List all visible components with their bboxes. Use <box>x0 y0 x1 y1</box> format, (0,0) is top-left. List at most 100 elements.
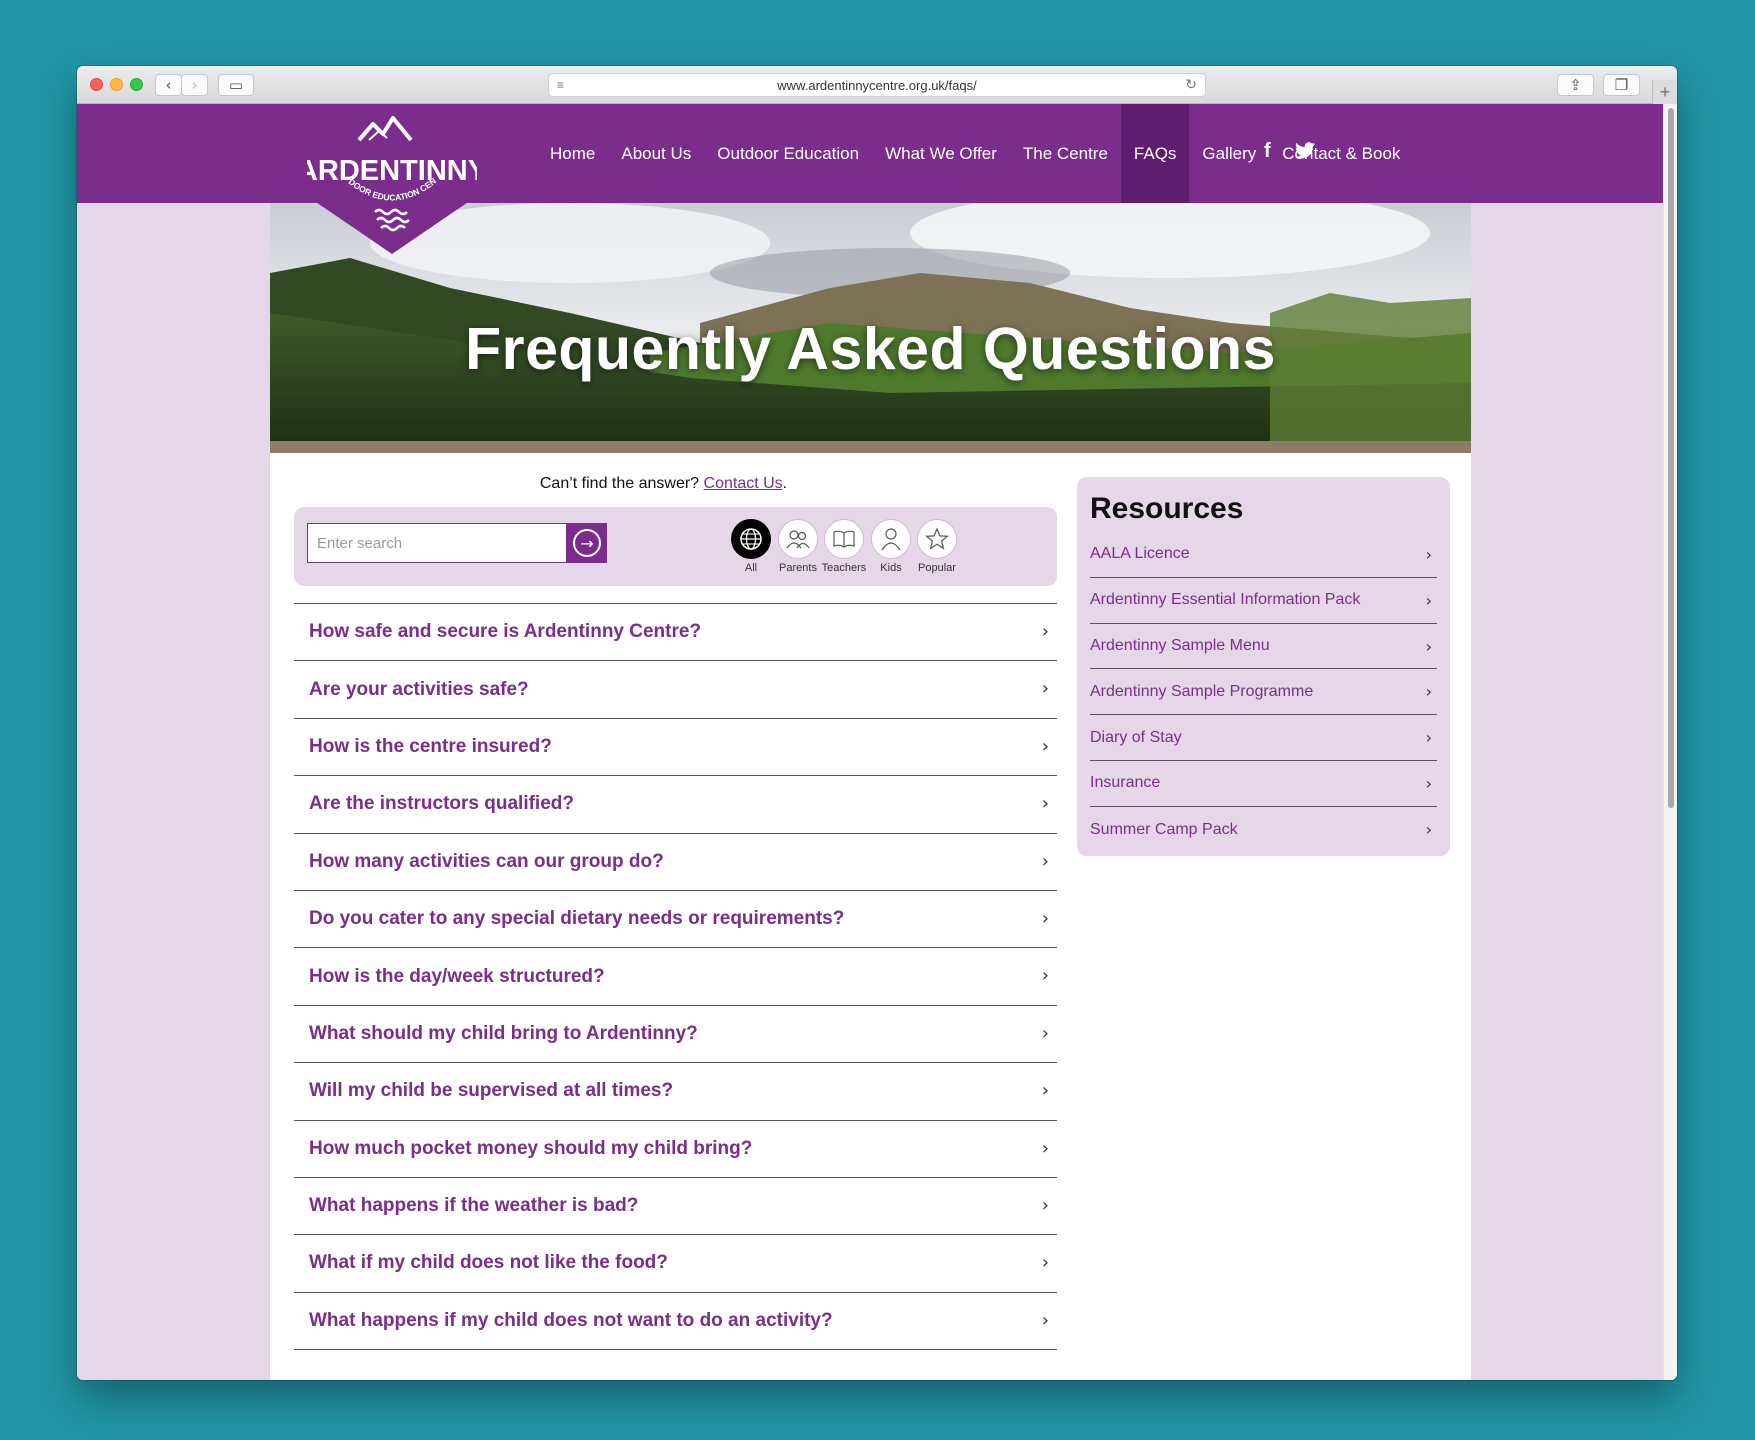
faq-item[interactable]: How safe and secure is Ardentinny Centre… <box>294 604 1057 662</box>
scrollbar-thumb[interactable] <box>1668 108 1674 808</box>
faq-item[interactable]: How is the day/week structured? › <box>294 948 1057 1006</box>
nav-item-about-us[interactable]: About Us <box>608 104 704 203</box>
tabs-icon: ❐ <box>1614 76 1629 94</box>
faq-item[interactable]: How much pocket money should my child br… <box>294 1121 1057 1178</box>
chevron-right-icon: › <box>1041 1080 1049 1102</box>
search-input[interactable]: Enter search <box>307 523 567 563</box>
site-logo[interactable]: ARDENTINNY OUTDOOR EDUCATION CENTRE <box>297 104 487 262</box>
book-icon <box>824 519 864 559</box>
resource-link[interactable]: Ardentinny Sample Menu › <box>1090 624 1437 670</box>
resource-label: AALA Licence <box>1090 545 1190 563</box>
faq-item[interactable]: What if my child does not like the food?… <box>294 1235 1057 1293</box>
helper-text: Can’t find the answer? <box>539 475 704 492</box>
faq-item[interactable]: How many activities can our group do? › <box>294 834 1057 891</box>
sidebar-toggle-button[interactable]: ▭ <box>218 74 254 96</box>
nav-item-contact-and-book[interactable]: Contact & Book <box>1269 104 1413 203</box>
reload-icon[interactable]: ↻ <box>1185 76 1197 93</box>
resources-panel: Resources AALA Licence › Ardentinny Essent… <box>1077 477 1450 856</box>
resource-link[interactable]: Ardentinny Essential Information Pack › <box>1090 578 1437 624</box>
chevron-right-icon: › <box>1041 735 1049 757</box>
parents-icon <box>778 519 818 559</box>
search-placeholder: Enter search <box>317 534 403 552</box>
resource-link[interactable]: Insurance › <box>1090 761 1437 807</box>
nav-item-home[interactable]: Home <box>537 104 608 203</box>
resource-link[interactable]: Diary of Stay › <box>1090 715 1437 761</box>
faq-item[interactable]: Do you cater to any special dietary need… <box>294 891 1057 949</box>
web-page: Home About Us Outdoor Education What We Off… <box>77 104 1663 1380</box>
plus-icon: + <box>1659 81 1671 102</box>
contact-us-link[interactable]: Contact Us <box>704 475 783 492</box>
url-text: www.ardentinnycentre.org.uk/faqs/ <box>777 77 977 93</box>
arrow-right-icon: → <box>573 529 601 557</box>
chevron-right-icon: › <box>1041 907 1049 929</box>
chevron-right-icon: › <box>1041 1194 1049 1216</box>
faq-question: What should my child bring to Ardentinny… <box>309 1022 698 1044</box>
faq-item[interactable]: What happens if the weather is bad? › <box>294 1178 1057 1236</box>
share-button[interactable]: ⇪ <box>1557 74 1594 96</box>
faq-question: How is the centre insured? <box>309 735 552 757</box>
faq-question: What happens if my child does not want t… <box>309 1309 833 1331</box>
chevron-right-icon: › <box>1425 636 1432 656</box>
close-window-button[interactable] <box>90 78 103 91</box>
chevron-right-icon: › <box>1041 621 1049 642</box>
faq-question: How is the day/week structured? <box>309 965 605 987</box>
resource-label: Summer Camp Pack <box>1090 820 1238 838</box>
resource-link[interactable]: AALA Licence › <box>1090 532 1437 578</box>
nav-item-the-centre[interactable]: The Centre <box>1010 104 1121 203</box>
faq-item[interactable]: What happens if my child does not want t… <box>294 1293 1057 1351</box>
faq-question: What if my child does not like the food? <box>309 1252 668 1274</box>
resource-label: Insurance <box>1090 774 1161 792</box>
facebook-icon[interactable]: f <box>1264 140 1271 163</box>
reader-icon[interactable]: ≡ <box>557 78 564 92</box>
sidebar-icon: ▭ <box>228 76 244 94</box>
chevron-right-icon: › <box>1425 545 1432 564</box>
resource-link[interactable]: Summer Camp Pack › <box>1090 807 1437 853</box>
chevron-right-icon: › <box>1041 678 1049 700</box>
kid-icon <box>871 519 911 559</box>
faq-question: Do you cater to any special dietary need… <box>309 908 845 930</box>
resource-link[interactable]: Ardentinny Sample Programme › <box>1090 669 1437 716</box>
faq-item[interactable]: Are the instructors qualified? › <box>294 776 1057 834</box>
nav-item-outdoor-education[interactable]: Outdoor Education <box>704 104 872 203</box>
show-tabs-button[interactable]: ❐ <box>1603 74 1640 96</box>
address-bar[interactable]: ≡ www.ardentinnycentre.org.uk/faqs/ ↻ <box>548 73 1206 97</box>
faq-question: Are your activities safe? <box>309 678 529 700</box>
resource-label: Ardentinny Sample Menu <box>1090 636 1270 654</box>
zoom-window-button[interactable] <box>130 78 143 91</box>
resources-list: AALA Licence › Ardentinny Essential Inform… <box>1090 532 1437 853</box>
nav-item-what-we-offer[interactable]: What We Offer <box>872 104 1010 203</box>
faq-question: How many activities can our group do? <box>309 850 664 872</box>
faq-item[interactable]: What should my child bring to Ardentinny… <box>294 1006 1057 1064</box>
search-submit-button[interactable]: → <box>567 523 607 563</box>
browser-toolbar: ‹ › ▭ ≡ www.ardentinnycentre.org.uk/faqs… <box>77 66 1677 104</box>
main-content: Frequently Asked Questions Can’t find th… <box>270 203 1471 1380</box>
faq-item[interactable]: Will my child be supervised at all times… <box>294 1063 1057 1121</box>
globe-icon <box>731 519 771 559</box>
resource-label: Ardentinny Sample Programme <box>1090 682 1314 700</box>
resource-label: Ardentinny Essential Information Pack <box>1090 591 1361 609</box>
faq-item[interactable]: Are your activities safe? › <box>294 661 1057 719</box>
faq-question: How safe and secure is Ardentinny Centre… <box>309 621 702 643</box>
forward-button[interactable]: › <box>181 74 208 96</box>
filter-label: Popular <box>918 562 956 574</box>
page-scrollbar[interactable] <box>1663 104 1677 1380</box>
chevron-right-icon: › <box>191 76 198 94</box>
chevron-right-icon: › <box>1041 1022 1049 1044</box>
resource-label: Diary of Stay <box>1090 728 1182 746</box>
back-button[interactable]: ‹ <box>155 74 182 96</box>
chevron-right-icon: › <box>1425 819 1432 839</box>
faq-item[interactable]: How is the centre insured? › <box>294 719 1057 777</box>
new-tab-button[interactable]: + <box>1652 80 1677 104</box>
nav-item-gallery[interactable]: Gallery <box>1189 104 1269 203</box>
filter-popular[interactable]: Popular <box>907 519 967 574</box>
twitter-icon[interactable] <box>1295 142 1315 159</box>
chevron-right-icon: › <box>1425 728 1432 748</box>
nav-item-faqs[interactable]: FAQs <box>1120 104 1190 203</box>
faq-filter-bar: Enter search → All Parents Teachers Kids Pop… <box>294 507 1057 586</box>
faq-list: How safe and secure is Ardentinny Centre… <box>294 603 1057 1351</box>
minimize-window-button[interactable] <box>110 78 123 91</box>
star-icon <box>917 519 957 559</box>
chevron-right-icon: › <box>1041 793 1049 815</box>
main-nav: Home About Us Outdoor Education What We Off… <box>537 104 1413 203</box>
logo-wordmark: ARDENTINNY <box>307 155 477 187</box>
